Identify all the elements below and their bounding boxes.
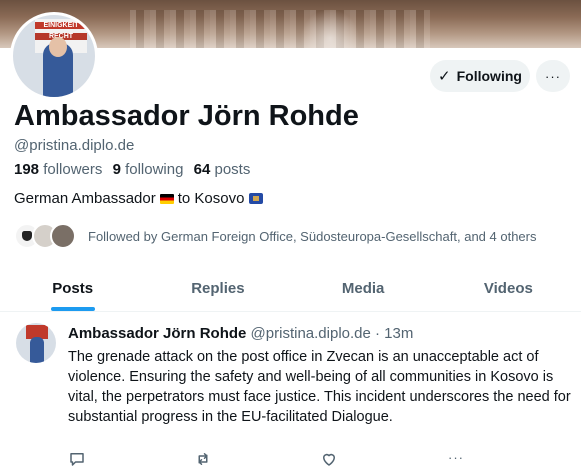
- following-button-label: Following: [456, 68, 522, 84]
- posts-stat: 64 posts: [194, 161, 251, 178]
- post-actions: ···: [68, 450, 468, 470]
- following-button[interactable]: ✓ Following: [430, 60, 530, 92]
- tab-replies[interactable]: Replies: [145, 266, 290, 311]
- post[interactable]: Ambassador Jörn Rohde @pristina.diplo.de…: [0, 313, 581, 475]
- post-more-button[interactable]: ···: [448, 450, 464, 465]
- post-text: The grenade attack on the post office in…: [68, 349, 571, 425]
- following-count: 9: [112, 161, 121, 178]
- post-meta: @pristina.diplo.de · 13m: [250, 325, 414, 342]
- tab-label: Media: [341, 280, 385, 297]
- post-author[interactable]: Ambassador Jörn Rohde: [68, 325, 246, 342]
- germany-flag-icon: [159, 193, 174, 204]
- followers-link[interactable]: 198 followers: [14, 161, 102, 178]
- active-tab-indicator: [50, 307, 95, 311]
- reply-icon: [70, 453, 84, 466]
- repost-button[interactable]: [194, 450, 212, 468]
- following-link[interactable]: 9 following: [113, 161, 184, 178]
- banner-light: [300, 0, 360, 48]
- followers-label: followers: [43, 161, 103, 178]
- posts-label: posts: [214, 161, 251, 178]
- more-options-button[interactable]: ···: [536, 60, 570, 92]
- profile-tabs: Posts Replies Media Videos: [0, 266, 581, 312]
- posts-count: 64: [193, 161, 211, 178]
- avatar-sign-line1: EINIGKEIT: [35, 22, 87, 29]
- post-avatar[interactable]: [16, 323, 56, 363]
- profile-handle[interactable]: @pristina.diplo.de: [14, 137, 134, 154]
- post-header: Ambassador Jörn Rohde @pristina.diplo.de…: [68, 325, 413, 342]
- more-icon: ···: [448, 450, 464, 465]
- avatar-person: [30, 337, 44, 363]
- following-label: following: [125, 161, 184, 178]
- bio-text-start: German Ambassador: [14, 190, 156, 207]
- check-icon: ✓: [438, 68, 451, 85]
- reply-button[interactable]: [68, 450, 86, 468]
- tab-label: Posts: [52, 280, 94, 297]
- banner-buildings: [130, 10, 430, 48]
- followed-by[interactable]: Followed by German Foreign Office, Südos…: [14, 222, 537, 250]
- bio-text-end: to Kosovo: [177, 190, 245, 207]
- profile-display-name: Ambassador Jörn Rohde: [14, 100, 359, 132]
- profile-avatar[interactable]: EINIGKEIT RECHT: [10, 12, 98, 100]
- profile-stats: 198 followers 9 following 64 posts: [14, 161, 250, 178]
- tab-media[interactable]: Media: [291, 266, 436, 311]
- like-button[interactable]: [320, 450, 338, 468]
- tab-videos[interactable]: Videos: [436, 266, 581, 311]
- avatar-head: [49, 37, 67, 57]
- heart-icon: [323, 453, 335, 466]
- follower-avatar: [50, 223, 76, 249]
- profile-bio: German Ambassador to Kosovo: [14, 190, 264, 207]
- more-icon: ···: [545, 68, 561, 84]
- tab-label: Videos: [483, 280, 533, 297]
- kosovo-flag-icon: [249, 193, 264, 204]
- followers-count: 198: [14, 161, 40, 178]
- eagle-icon: [22, 231, 32, 241]
- tab-label: Replies: [191, 280, 245, 297]
- tab-posts[interactable]: Posts: [0, 266, 145, 311]
- followed-by-text: Followed by German Foreign Office, Südos…: [88, 228, 537, 244]
- repost-icon: [198, 453, 208, 465]
